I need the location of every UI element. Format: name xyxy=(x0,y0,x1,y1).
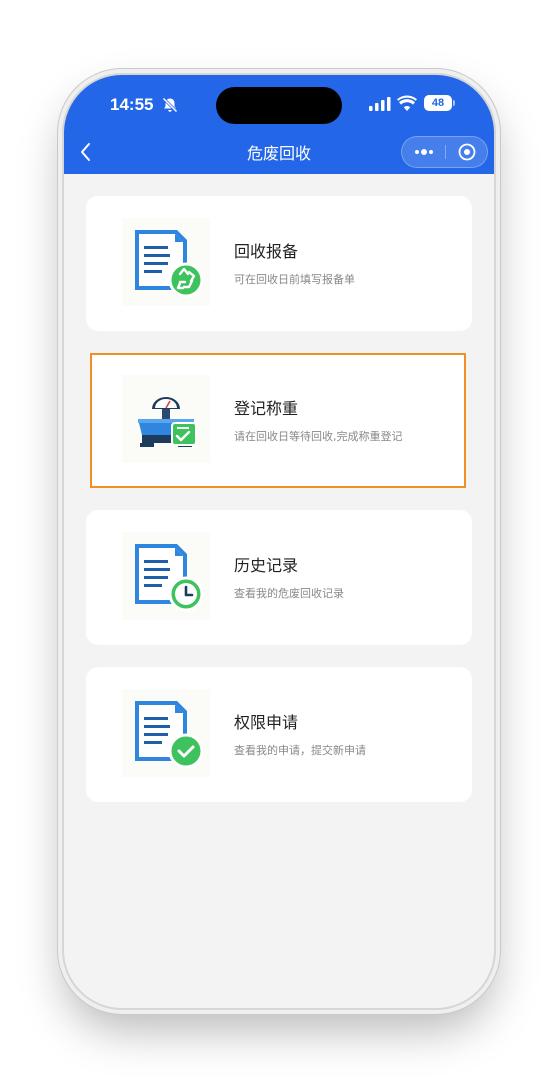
card-title: 历史记录 xyxy=(234,556,299,575)
card-description: 可在回收日前填写报备单 xyxy=(234,273,355,286)
card-description: 查看我的危废回收记录 xyxy=(234,587,344,600)
more-dots-icon xyxy=(414,149,433,155)
target-close-icon xyxy=(458,143,476,161)
battery-tip xyxy=(453,100,455,106)
weighing-scale-icon xyxy=(122,375,210,463)
card-description: 请在回收日等待回收,完成称重登记 xyxy=(234,430,403,443)
document-check-icon xyxy=(122,689,210,777)
more-button[interactable] xyxy=(402,137,445,167)
menu-card-history[interactable]: 历史记录 查看我的危废回收记录 xyxy=(86,510,472,645)
status-time: 14:55 xyxy=(110,95,154,114)
battery-level: 48 xyxy=(424,95,452,111)
dynamic-island xyxy=(216,87,342,124)
document-clock-icon xyxy=(122,532,210,620)
top-bar: 14:55 48 危废回收 xyxy=(64,75,494,174)
menu-card-permission[interactable]: 权限申请 查看我的申请，提交新申请 xyxy=(86,667,472,802)
card-description: 查看我的申请，提交新申请 xyxy=(234,744,366,757)
document-recycle-icon xyxy=(122,218,210,306)
wifi-icon xyxy=(397,95,417,111)
bell-off-icon xyxy=(162,97,178,113)
mini-program-capsule xyxy=(401,136,488,168)
card-title: 登记称重 xyxy=(234,399,299,418)
close-miniprogram-button[interactable] xyxy=(446,137,488,167)
menu-card-report[interactable]: 回收报备 可在回收日前填写报备单 xyxy=(86,196,472,331)
phone-frame: 14:55 48 危废回收 回收报备 可在回收日前填写报备单 登记称重 请在回收… xyxy=(64,75,494,1008)
signal-icon xyxy=(369,97,391,111)
menu-card-weighing[interactable]: 登记称重 请在回收日等待回收,完成称重登记 xyxy=(90,353,466,488)
card-title: 权限申请 xyxy=(234,713,299,732)
card-title: 回收报备 xyxy=(234,242,299,261)
